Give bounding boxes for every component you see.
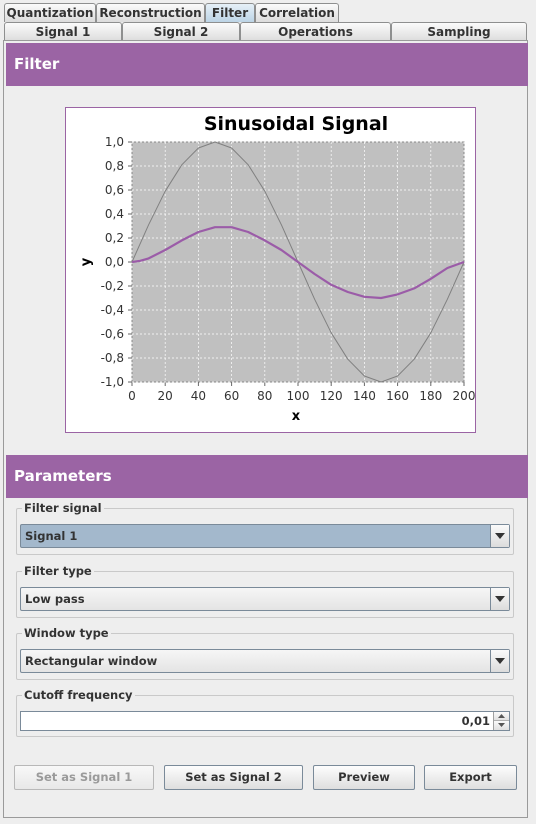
sinusoidal-chart: Sinusoidal Signal 0 20 40 60 80 100 120 140 160 18… (79, 113, 475, 424)
chevron-down-icon (498, 723, 505, 727)
chart-container: Sinusoidal Signal 0 20 40 60 80 100 120 140 160 18… (65, 107, 476, 433)
x-tick-label: 200 (453, 389, 475, 403)
y-tick-label: 0,2 (105, 231, 124, 245)
preview-button[interactable]: Preview (313, 765, 415, 790)
filter-type-label: Filter type (22, 564, 94, 578)
y-tick-label: 1,0 (105, 135, 124, 149)
chevron-up-icon (498, 714, 505, 718)
window-type-label: Window type (22, 626, 111, 640)
x-tick-label: 160 (386, 389, 409, 403)
x-tick-label: 40 (191, 389, 206, 403)
spinner-buttons (493, 712, 509, 730)
cutoff-frequency-value: 0,01 (461, 714, 490, 728)
y-tick-label: 0,0 (105, 255, 124, 269)
filter-panel: Filter Sinusoidal Signal 0 20 40 60 80 100 120 1… (3, 40, 528, 818)
set-as-signal-2-button[interactable]: Set as Signal 2 (164, 765, 303, 790)
filter-signal-label: Filter signal (22, 501, 104, 515)
y-tick-label: -0,2 (101, 279, 124, 293)
cutoff-frequency-spinner[interactable]: 0,01 (20, 711, 510, 731)
x-axis-label: x (292, 409, 301, 424)
y-tick-label: 0,8 (105, 159, 124, 173)
chevron-down-icon (495, 658, 505, 664)
y-tick-label: -0,4 (101, 303, 124, 317)
chart-title: Sinusoidal Signal (204, 113, 388, 135)
y-tick-label: -0,6 (101, 327, 124, 341)
x-tick-label: 0 (128, 389, 136, 403)
cutoff-frequency-label: Cutoff frequency (22, 688, 135, 702)
tab-signal-2[interactable]: Signal 2 (122, 22, 240, 41)
filter-signal-group: Filter signal Signal 1 (16, 501, 514, 555)
x-tick-label: 20 (158, 389, 173, 403)
chevron-down-icon (495, 596, 505, 602)
parameters-header: Parameters (6, 455, 528, 498)
x-tick-label: 80 (257, 389, 272, 403)
x-tick-label: 120 (320, 389, 343, 403)
set-as-signal-1-button[interactable]: Set as Signal 1 (14, 765, 154, 790)
y-axis-label: y (79, 257, 94, 266)
tab-operations[interactable]: Operations (240, 22, 391, 41)
tab-quantization[interactable]: Quantization (4, 3, 96, 22)
tab-filter[interactable]: Filter (205, 3, 255, 22)
filter-type-value: Low pass (25, 592, 85, 606)
y-tick-label: 0,6 (105, 183, 124, 197)
filter-type-group: Filter type Low pass (16, 564, 514, 618)
spinner-down-button[interactable] (494, 721, 509, 730)
tab-reconstruction[interactable]: Reconstruction (96, 3, 205, 22)
y-tick-label: -1,0 (101, 375, 124, 389)
tab-sampling[interactable]: Sampling (391, 22, 527, 41)
chevron-down-icon (495, 533, 505, 539)
y-tick-label: -0,8 (101, 351, 124, 365)
window-type-dropdown-button[interactable] (490, 650, 509, 672)
filter-signal-value: Signal 1 (25, 529, 78, 543)
export-button[interactable]: Export (424, 765, 517, 790)
x-tick-label: 60 (224, 389, 239, 403)
x-tick-label: 140 (353, 389, 376, 403)
tab-correlation[interactable]: Correlation (255, 3, 339, 22)
tab-signal-1[interactable]: Signal 1 (4, 22, 122, 41)
y-tick-label: 0,4 (105, 207, 124, 221)
filter-header: Filter (6, 43, 528, 86)
filter-type-select[interactable]: Low pass (20, 587, 510, 611)
window-type-group: Window type Rectangular window (16, 626, 514, 680)
x-tick-label: 100 (287, 389, 310, 403)
cutoff-frequency-group: Cutoff frequency 0,01 (16, 688, 514, 737)
x-tick-label: 180 (419, 389, 442, 403)
filter-signal-dropdown-button[interactable] (490, 525, 509, 547)
spinner-up-button[interactable] (494, 712, 509, 721)
filter-signal-select[interactable]: Signal 1 (20, 524, 510, 548)
filter-type-dropdown-button[interactable] (490, 588, 509, 610)
window-type-value: Rectangular window (25, 654, 158, 668)
window-type-select[interactable]: Rectangular window (20, 649, 510, 673)
